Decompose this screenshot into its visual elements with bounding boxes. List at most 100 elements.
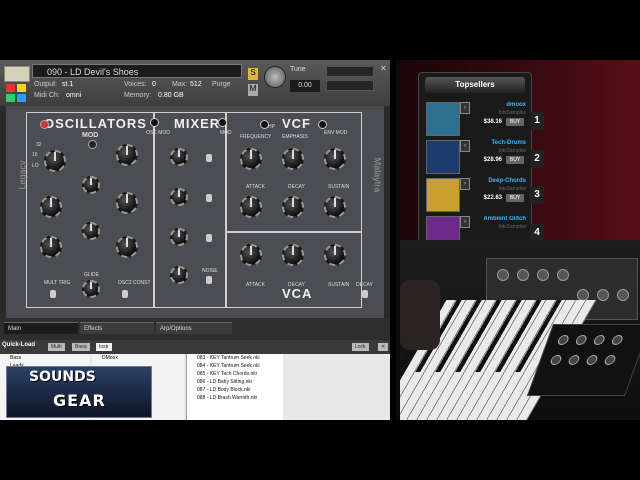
vcf-sustain-knob[interactable] bbox=[324, 196, 346, 218]
instr-button[interactable]: Instr bbox=[96, 343, 112, 351]
product-item[interactable]: › Deep-Chords bitsSamples $22.83 BUY bbox=[426, 178, 530, 212]
mixer-title: MIXER bbox=[174, 116, 221, 131]
vcf-frequency-knob[interactable] bbox=[240, 148, 262, 170]
memory-label: Memory: bbox=[124, 92, 152, 99]
osc2-range-knob[interactable] bbox=[40, 196, 62, 218]
output-value[interactable]: st.1 bbox=[62, 81, 73, 88]
osc-mod-switch[interactable] bbox=[150, 118, 159, 127]
mixer-osc3-knob[interactable] bbox=[170, 228, 188, 246]
file-item[interactable]: 083 - KEY Tantrum Seek.nki bbox=[187, 354, 283, 362]
osc2-detune-knob[interactable] bbox=[82, 222, 100, 240]
instrument-logo-icon[interactable] bbox=[4, 66, 30, 82]
product-name[interactable]: Ambient Glitch bbox=[483, 216, 526, 222]
midi-value[interactable]: omni bbox=[66, 92, 81, 99]
vcf-decay-label: DECAY bbox=[288, 184, 305, 190]
rank-badge: 2 bbox=[530, 150, 544, 168]
vca-sustain-knob[interactable] bbox=[324, 244, 346, 266]
osc1-range-knob[interactable] bbox=[44, 150, 66, 172]
osc2-waveform-knob[interactable] bbox=[116, 192, 138, 214]
buy-button[interactable]: BUY bbox=[506, 118, 524, 126]
mult-trig-toggle[interactable] bbox=[50, 290, 56, 298]
tab-effects[interactable]: Effects bbox=[80, 322, 154, 334]
vcf-emphasis-knob[interactable] bbox=[282, 148, 304, 170]
expand-arrow-icon[interactable]: › bbox=[460, 178, 470, 190]
tune-value[interactable]: 0.00 bbox=[290, 80, 320, 92]
buy-button[interactable]: BUY bbox=[506, 156, 524, 164]
file-item[interactable]: 088 - LD Brash Warmth.nki bbox=[187, 394, 283, 402]
vca-attack-label: ATTACK bbox=[246, 282, 265, 288]
mixer-osc2-toggle[interactable] bbox=[206, 194, 212, 202]
lock-button[interactable]: Lock bbox=[352, 343, 369, 351]
vcf-decay-knob[interactable] bbox=[282, 196, 304, 218]
file-item[interactable]: 086 - LD Baby Sitting.nki bbox=[187, 378, 283, 386]
buy-button[interactable]: BUY bbox=[506, 194, 524, 202]
product-item[interactable]: › dmoox bitsSamples $38.16 BUY bbox=[426, 102, 530, 136]
product-image[interactable] bbox=[426, 102, 460, 136]
topsellers-title: Topsellers bbox=[425, 77, 525, 93]
max-value[interactable]: 512 bbox=[190, 81, 202, 88]
env-mod-label: ENV MOD bbox=[324, 130, 348, 136]
mixer-osc2-knob[interactable] bbox=[170, 188, 188, 206]
tab-arp-options[interactable]: Arp/Options bbox=[156, 322, 232, 334]
folder-item[interactable]: Bass bbox=[0, 354, 90, 362]
hp-switch[interactable] bbox=[260, 120, 269, 129]
product-image[interactable] bbox=[426, 216, 460, 240]
vcf-env-mod-knob[interactable] bbox=[324, 148, 346, 170]
file-item[interactable]: 085 - KEY Tech Chords.nki bbox=[187, 370, 283, 378]
mixer-section bbox=[154, 112, 226, 308]
decay-switch-label: DECAY bbox=[356, 282, 373, 288]
osc1-detune-knob[interactable] bbox=[82, 176, 100, 194]
solo-button[interactable]: S bbox=[248, 68, 258, 80]
level-meters bbox=[326, 66, 374, 100]
mixer-osc1-knob[interactable] bbox=[170, 148, 188, 166]
tune-knob[interactable] bbox=[264, 66, 286, 88]
mod-lamp-icon[interactable] bbox=[88, 140, 97, 149]
glide-knob[interactable] bbox=[82, 280, 100, 298]
mixer-osc3-toggle[interactable] bbox=[206, 234, 212, 242]
product-image[interactable] bbox=[426, 140, 460, 174]
file-item[interactable]: 087 - LD Body Block.nki bbox=[187, 386, 283, 394]
file-item[interactable]: 084 - KEY Tantrum Seek.nki bbox=[187, 362, 283, 370]
expand-arrow-icon[interactable]: › bbox=[460, 140, 470, 152]
multi-button[interactable]: Multi bbox=[48, 343, 65, 351]
product-name[interactable]: Tech-Drums bbox=[491, 140, 526, 146]
product-name[interactable]: dmoox bbox=[506, 102, 526, 108]
noise-label: NOISE bbox=[202, 268, 218, 274]
vca-sustain-label: SUSTAIN bbox=[328, 282, 350, 288]
osc3-waveform-knob[interactable] bbox=[116, 236, 138, 258]
osc3-range-knob[interactable] bbox=[40, 236, 62, 258]
instrument-name[interactable]: 090 - LD Devil's Shoes bbox=[32, 64, 242, 78]
mod-title: MOD bbox=[82, 132, 99, 139]
folder-item[interactable]: DMoox bbox=[92, 354, 184, 362]
instrument-header: 090 - LD Devil's Shoes Output: st.1 Voic… bbox=[0, 60, 390, 107]
voices-label: Voices: bbox=[124, 81, 147, 88]
product-image[interactable] bbox=[426, 178, 460, 212]
product-name[interactable]: Deep-Chords bbox=[488, 178, 526, 184]
vca-decay-knob[interactable] bbox=[282, 244, 304, 266]
vcf-attack-knob[interactable] bbox=[240, 196, 262, 218]
osc1-waveform-knob[interactable] bbox=[116, 144, 138, 166]
output-label: Output: bbox=[34, 81, 57, 88]
env-mod-switch[interactable] bbox=[318, 120, 327, 129]
osc2-const-toggle[interactable] bbox=[122, 290, 128, 298]
vca-attack-knob[interactable] bbox=[240, 244, 262, 266]
purge-button[interactable]: Purge bbox=[212, 81, 231, 88]
mod-switch[interactable] bbox=[218, 118, 227, 127]
osc-range-label: 16 bbox=[32, 152, 38, 158]
mixer-noise-knob[interactable] bbox=[170, 266, 188, 284]
expand-arrow-icon[interactable]: › bbox=[460, 216, 470, 228]
product-item[interactable]: › Tech-Drums bitsSamples $28.96 BUY bbox=[426, 140, 530, 174]
tab-main[interactable]: Main bbox=[4, 322, 78, 334]
mixer-osc1-toggle[interactable] bbox=[206, 154, 212, 162]
color-grid-icon[interactable] bbox=[6, 84, 26, 102]
mixer-noise-toggle[interactable] bbox=[206, 276, 212, 284]
decay-toggle[interactable] bbox=[362, 290, 368, 298]
expand-arrow-icon[interactable]: › bbox=[460, 102, 470, 114]
close-icon[interactable]: ✕ bbox=[380, 64, 387, 73]
osc-range-label: LO bbox=[32, 163, 39, 169]
logo-line-2: GEAR bbox=[53, 391, 106, 410]
quick-load-close-icon[interactable]: ✕ bbox=[378, 343, 389, 351]
product-item[interactable]: › Ambient Glitch bitsSamples bbox=[426, 216, 530, 240]
mute-button[interactable]: M bbox=[248, 84, 258, 96]
basic-button[interactable]: Basic bbox=[72, 343, 91, 351]
